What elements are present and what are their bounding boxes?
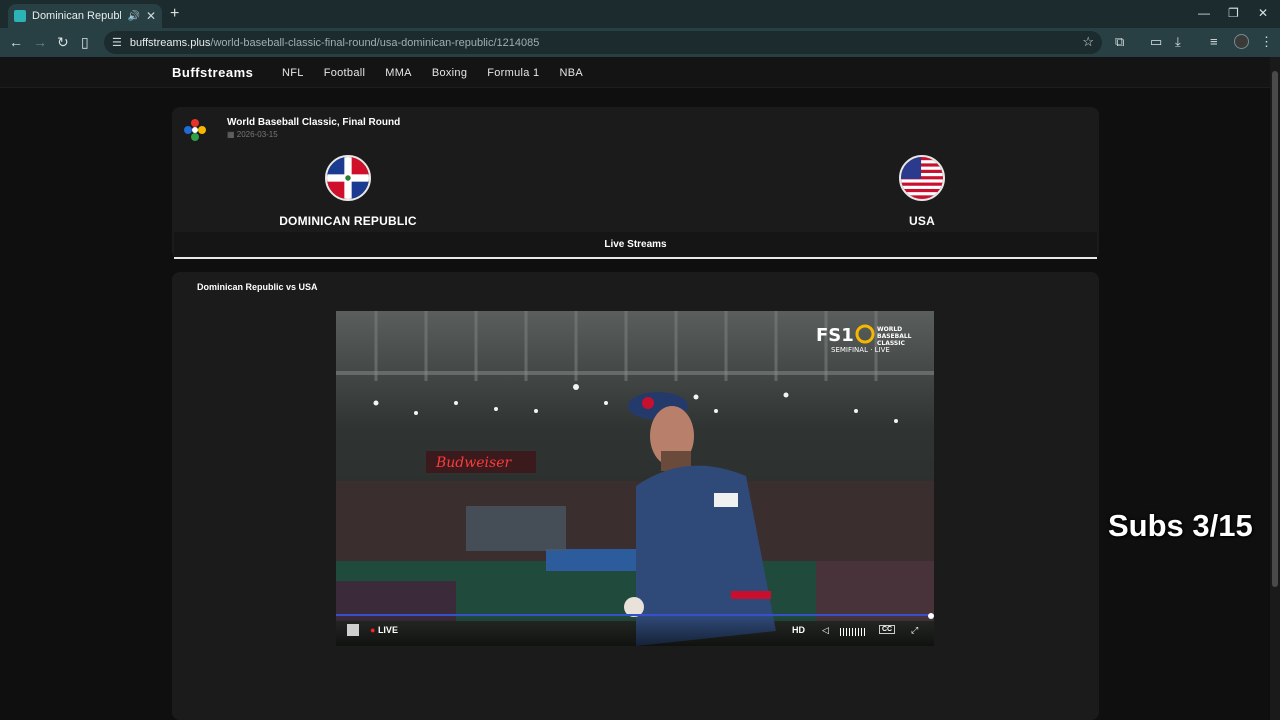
nav-link-boxing[interactable]: Boxing — [432, 67, 467, 79]
url-text: buffstreams.plus/world-baseball-classic-… — [129, 36, 540, 49]
page-content: Buffstreams NFL Football MMA Boxing Form… — [0, 57, 1270, 720]
nav-link-football[interactable]: Football — [324, 67, 366, 79]
nav-link-mma[interactable]: MMA — [385, 67, 412, 79]
wbc-logo-icon — [184, 119, 206, 141]
page-scrollbar[interactable] — [1270, 57, 1280, 720]
quality-button[interactable]: HD — [792, 625, 805, 635]
away-team: USA — [822, 155, 1022, 228]
video-frame: Budweiser FS1 WORLD BASEBALL CLASSIC SEM… — [336, 311, 934, 646]
stop-icon[interactable] — [347, 624, 359, 636]
minimize-icon[interactable]: — — [1198, 6, 1210, 20]
usa-flag-icon — [899, 155, 945, 201]
side-panel-icon[interactable]: ▯ — [81, 34, 89, 51]
site-nav: NFL Football MMA Boxing Formula 1 NBA — [282, 67, 583, 79]
extensions-icon[interactable]: ⧉ — [1115, 34, 1124, 50]
site-logo[interactable]: Buffstreams — [172, 65, 253, 80]
nav-link-nfl[interactable]: NFL — [282, 67, 304, 79]
home-team: DOMINICAN REPUBLIC — [248, 155, 448, 228]
svg-text:WORLD: WORLD — [877, 326, 902, 333]
browser-tab-strip: Dominican Republic vs USA 🔊 ✕ + — ❐ ✕ — [0, 0, 1280, 28]
volume-icon[interactable]: ◁ — [822, 625, 829, 636]
nav-link-nba[interactable]: NBA — [559, 67, 583, 79]
live-indicator: ● LIVE — [370, 625, 398, 635]
svg-text:BASEBALL: BASEBALL — [877, 333, 912, 340]
cast-icon[interactable]: ▭ — [1150, 34, 1162, 50]
home-team-name: DOMINICAN REPUBLIC — [279, 214, 417, 228]
reload-icon[interactable]: ↻ — [57, 34, 69, 51]
svg-text:Budweiser: Budweiser — [435, 455, 512, 471]
menu-kebab-icon[interactable]: ⋮ — [1260, 34, 1273, 50]
download-icon[interactable]: ⤓ — [1175, 34, 1181, 50]
site-header: Buffstreams NFL Football MMA Boxing Form… — [0, 57, 1270, 88]
nav-link-formula1[interactable]: Formula 1 — [487, 67, 539, 79]
captions-button[interactable]: CC — [879, 625, 896, 634]
browser-toolbar: ← → ↻ ▯ ☰ buffstreams.plus/world-basebal… — [0, 28, 1280, 57]
tab-live-streams[interactable]: Live Streams — [174, 232, 1097, 259]
scrollbar-thumb[interactable] — [1272, 71, 1278, 587]
event-title: World Baseball Classic, Final Round — [227, 117, 401, 128]
stream-card: Dominican Republic vs USA Budweiser FS1 … — [172, 272, 1099, 720]
stream-title: Dominican Republic vs USA — [197, 282, 318, 292]
network-logo: FS1 — [816, 325, 854, 346]
event-date: ▦ 2026-03-15 — [227, 130, 278, 139]
address-bar[interactable]: ☰ buffstreams.plus/world-baseball-classi… — [104, 31, 1102, 54]
restore-icon[interactable]: ❐ — [1228, 6, 1239, 20]
tab-title: Dominican Republic vs USA — [32, 10, 122, 22]
back-icon[interactable]: ← — [9, 34, 23, 50]
browser-tab[interactable]: Dominican Republic vs USA 🔊 ✕ — [8, 4, 162, 28]
volume-slider[interactable] — [840, 628, 866, 636]
site-info-icon[interactable]: ☰ — [112, 36, 122, 49]
away-team-name: USA — [909, 214, 935, 228]
fullscreen-icon[interactable]: ⤢ — [911, 625, 918, 636]
subs-overlay-text: Subs 3/15 — [1108, 508, 1253, 543]
video-player[interactable]: Budweiser FS1 WORLD BASEBALL CLASSIC SEM… — [336, 311, 934, 646]
media-controls-icon[interactable]: ≡ — [1210, 34, 1218, 49]
bookmark-star-icon[interactable]: ☆ — [1082, 34, 1094, 50]
player-controls: ● LIVE HD ◁ CC ⤢ — [336, 616, 934, 646]
close-tab-icon[interactable]: ✕ — [146, 9, 156, 23]
game-status-text: SEMIFINAL · LIVE — [831, 346, 890, 354]
dominican-flag-icon — [325, 155, 371, 201]
profile-avatar[interactable] — [1234, 34, 1249, 49]
close-window-icon[interactable]: ✕ — [1258, 6, 1268, 20]
site-favicon-icon — [14, 10, 26, 22]
forward-icon[interactable]: → — [33, 34, 47, 50]
audio-playing-icon[interactable]: 🔊 — [127, 11, 139, 22]
calendar-icon: ▦ — [227, 130, 237, 139]
new-tab-icon[interactable]: + — [170, 5, 179, 23]
